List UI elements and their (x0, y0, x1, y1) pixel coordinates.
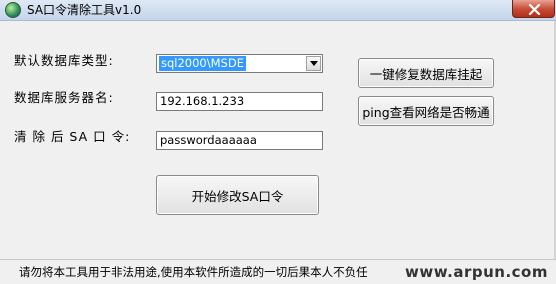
db-type-select[interactable]: sql2000\MSDE (156, 54, 323, 73)
ping-network-button[interactable]: ping查看网络是否畅通 (358, 96, 494, 126)
disclaimer-text: 请勿将本工具用于非法用途,使用本软件所造成的一切后果本人不负任 (19, 265, 368, 279)
window-title: SA口令清除工具v1.0 (27, 3, 142, 17)
title-bar[interactable]: SA口令清除工具v1.0 (0, 0, 556, 21)
close-icon (528, 4, 541, 15)
db-type-selected-value: sql2000\MSDE (159, 56, 246, 71)
main-panel: 默认数据库类型: sql2000\MSDE 数据库服务器名: 192.168.1… (0, 21, 556, 284)
start-change-password-button[interactable]: 开始修改SA口令 (156, 175, 319, 215)
status-bar: 请勿将本工具用于非法用途,使用本软件所造成的一切后果本人不负任 www.arpu… (0, 259, 556, 284)
server-name-input[interactable]: 192.168.1.233 (156, 92, 323, 111)
server-name-label: 数据库服务器名: (14, 90, 114, 105)
db-type-label: 默认数据库类型: (14, 53, 114, 68)
password-input[interactable]: passwordaaaaaa (156, 131, 323, 150)
repair-database-button[interactable]: 一键修复数据库挂起 (358, 58, 494, 88)
chevron-down-icon (310, 61, 318, 66)
watermark-text: www.arpun.com (405, 263, 548, 281)
close-button[interactable] (512, 0, 555, 18)
dropdown-button[interactable] (306, 56, 321, 71)
password-label: 清 除 后 SA 口 令: (14, 129, 131, 144)
globe-icon (5, 2, 21, 18)
